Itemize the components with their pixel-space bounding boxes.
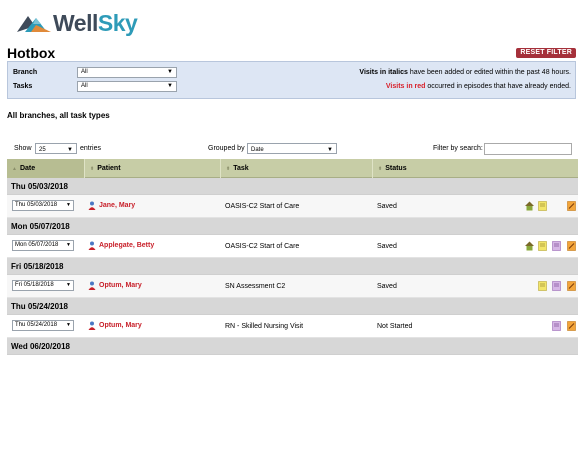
group-by-select[interactable]: Date ▼: [247, 143, 337, 154]
sort-icon: ⬍: [226, 166, 231, 172]
page-title: Hotbox: [7, 45, 56, 61]
table-header: ▲ Date ⬍ Patient ⬍ Task ⬍ Status: [7, 159, 578, 178]
column-header-task[interactable]: ⬍ Task: [220, 159, 372, 178]
visit-date-select[interactable]: Thu 05/24/2018 ▼: [12, 320, 74, 331]
show-label: Show: [14, 145, 32, 152]
brand-name: WellSky: [53, 9, 138, 36]
section-subheading: All branches, all task types: [7, 111, 110, 120]
visit-date-select[interactable]: Thu 05/03/2018 ▼: [12, 200, 74, 211]
patient-icon: [88, 241, 96, 250]
table-row: Thu 05/03/2018 ▼ Jane, Mary OASIS-C2 Star…: [7, 195, 578, 218]
status-text: Saved: [377, 243, 397, 250]
chevron-down-icon: ▼: [167, 69, 173, 75]
tasks-select[interactable]: All ▼: [77, 81, 177, 92]
chevron-down-icon: ▼: [66, 322, 71, 328]
filter-panel: Branch All ▼ Visits in italics have been …: [7, 61, 576, 99]
note-icon[interactable]: [538, 241, 547, 251]
group-header: Fri 05/18/2018: [7, 258, 578, 275]
column-header-patient[interactable]: ⬍ Patient: [84, 159, 220, 178]
document-icon[interactable]: [552, 281, 561, 291]
note-icon[interactable]: [538, 281, 547, 291]
table-controls: Show 25 ▼ entries Grouped by Date ▼ Filter…: [7, 143, 576, 155]
task-name: SN Assessment C2: [225, 283, 286, 290]
chevron-down-icon: ▼: [66, 202, 71, 208]
document-icon[interactable]: [552, 241, 561, 251]
patient-link[interactable]: Optum, Mary: [99, 322, 142, 329]
task-name: OASIS-C2 Start of Care: [225, 243, 300, 250]
patient-icon: [88, 201, 96, 210]
house-icon[interactable]: [525, 201, 534, 211]
table-row: Fri 05/18/2018 ▼ Optum, Mary SN Assessmen…: [7, 275, 578, 298]
status-text: Saved: [377, 283, 397, 290]
group-header: Thu 05/03/2018: [7, 178, 578, 195]
edit-icon[interactable]: [567, 201, 576, 211]
status-text: Saved: [377, 203, 397, 210]
sort-icon: ⬍: [378, 166, 383, 172]
edit-icon[interactable]: [567, 321, 576, 331]
hotbox-table: ▲ Date ⬍ Patient ⬍ Task ⬍ Status Thu 05/03/2…: [7, 159, 578, 355]
note-icon[interactable]: [538, 201, 547, 211]
column-header-status[interactable]: ⬍ Status: [372, 159, 578, 178]
group-header: Mon 05/07/2018: [7, 218, 578, 235]
edit-icon[interactable]: [567, 281, 576, 291]
chevron-down-icon: ▼: [66, 282, 71, 288]
visit-date-select[interactable]: Mon 05/07/2018 ▼: [12, 240, 74, 251]
chevron-down-icon: ▼: [67, 147, 73, 153]
house-icon[interactable]: [525, 241, 534, 251]
chevron-down-icon: ▼: [66, 242, 71, 248]
table-row: Mon 05/07/2018 ▼ Applegate, Betty OASIS-C…: [7, 235, 578, 258]
task-name: OASIS-C2 Start of Care: [225, 203, 300, 210]
table-row: Thu 05/24/2018 ▼ Optum, Mary RN - Skilled…: [7, 315, 578, 338]
chevron-down-icon: ▼: [167, 83, 173, 89]
patient-icon: [88, 281, 96, 290]
patient-link[interactable]: Applegate, Betty: [99, 242, 154, 249]
tasks-label: Tasks: [13, 83, 33, 90]
patient-icon: [88, 321, 96, 330]
edit-icon[interactable]: [567, 241, 576, 251]
grouped-label: Grouped by: [208, 145, 245, 152]
patient-link[interactable]: Jane, Mary: [99, 202, 135, 209]
task-name: RN - Skilled Nursing Visit: [225, 323, 304, 330]
status-text: Not Started: [377, 323, 413, 330]
search-input[interactable]: [484, 143, 572, 155]
chevron-down-icon: ▼: [327, 147, 333, 153]
branch-label: Branch: [13, 69, 38, 76]
entries-label: entries: [80, 145, 102, 152]
legend-red: Visits in red occurred in episodes that …: [385, 83, 571, 90]
legend-italics: Visits in italics have been added or edi…: [359, 69, 571, 76]
branch-select[interactable]: All ▼: [77, 67, 177, 78]
patient-link[interactable]: Optum, Mary: [99, 282, 142, 289]
wellsky-logo: WellSky: [17, 9, 138, 36]
reset-filter-button[interactable]: RESET FILTER: [516, 48, 576, 58]
visit-date-select[interactable]: Fri 05/18/2018 ▼: [12, 280, 74, 291]
group-header: Wed 06/20/2018: [7, 338, 578, 355]
page-size-select[interactable]: 25 ▼: [35, 143, 77, 154]
document-icon[interactable]: [552, 321, 561, 331]
column-header-date[interactable]: ▲ Date: [7, 159, 84, 178]
mountain-logo-icon: [17, 16, 51, 32]
sort-asc-icon: ▲: [12, 166, 17, 172]
sort-icon: ⬍: [90, 166, 95, 172]
group-header: Thu 05/24/2018: [7, 298, 578, 315]
search-label: Filter by search:: [433, 145, 483, 152]
